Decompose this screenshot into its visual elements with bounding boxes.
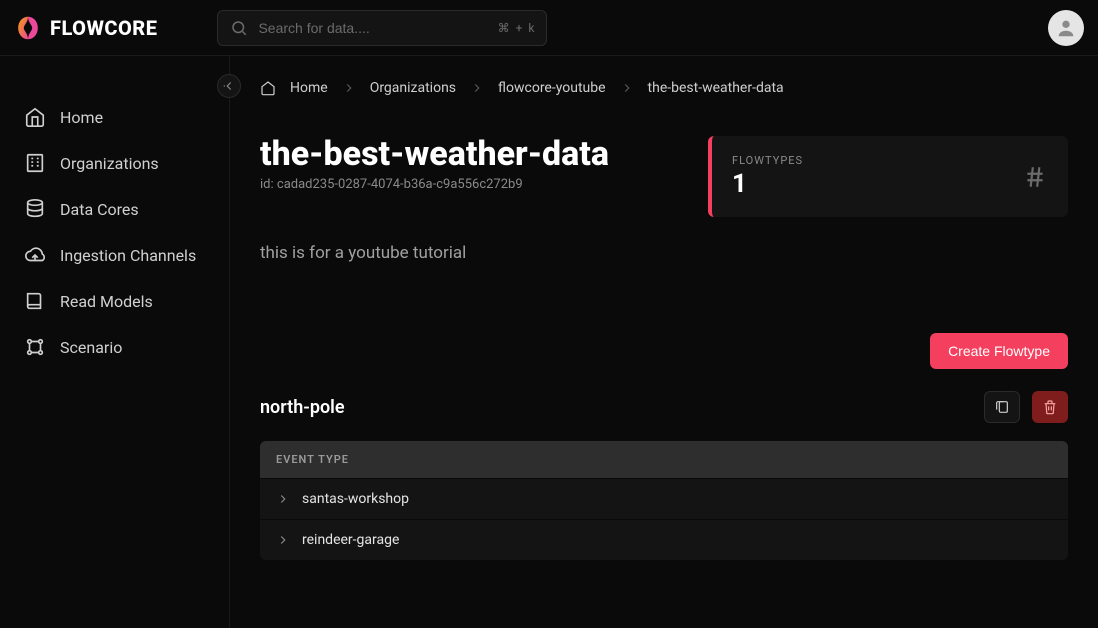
search-icon (230, 19, 248, 37)
avatar[interactable] (1048, 10, 1084, 46)
logo[interactable]: FLOWCORE (14, 14, 157, 42)
sidebar-item-label: Ingestion Channels (60, 246, 196, 265)
building-icon (24, 152, 46, 174)
home-icon (24, 106, 46, 128)
collapse-sidebar-button[interactable] (217, 74, 241, 98)
flowtypes-card[interactable]: FLOWTYPES 1 (708, 136, 1068, 217)
chevron-right-icon (470, 81, 484, 95)
table-row[interactable]: reindeer-garage (260, 519, 1068, 560)
main-content: Home Organizations flowcore-youtube the-… (230, 56, 1098, 628)
user-icon (1055, 17, 1077, 39)
chevron-right-icon (276, 533, 290, 547)
create-flowtype-button[interactable]: Create Flowtype (930, 333, 1068, 369)
search-box[interactable]: ⌘ + k (217, 10, 547, 46)
sidebar-item-label: Data Cores (60, 200, 139, 219)
breadcrumb-org-name[interactable]: flowcore-youtube (498, 80, 605, 96)
trash-icon (1042, 399, 1058, 415)
event-table: EVENT TYPE santas-workshop reindeer-gara… (260, 441, 1068, 560)
breadcrumb-home[interactable]: Home (290, 80, 328, 96)
header-row: the-best-weather-data id: cadad235-0287-… (260, 136, 1068, 217)
sidebar-item-scenario[interactable]: Scenario (14, 324, 215, 370)
logo-text: FLOWCORE (50, 16, 157, 40)
action-row: Create Flowtype (260, 333, 1068, 369)
sidebar-item-label: Scenario (60, 338, 122, 357)
id-line: id: cadad235-0287-4074-b36a-c9a556c272b9 (260, 177, 668, 192)
delete-button[interactable] (1032, 391, 1068, 423)
clipboard-icon (994, 399, 1010, 415)
sidebar-item-ingestion[interactable]: Ingestion Channels (14, 232, 215, 278)
book-icon (24, 290, 46, 312)
id-value: cadad235-0287-4074-b36a-c9a556c272b9 (277, 177, 523, 192)
breadcrumb: Home Organizations flowcore-youtube the-… (260, 80, 1068, 96)
flowtypes-count: 1 (732, 169, 803, 199)
sidebar-item-readmodels[interactable]: Read Models (14, 278, 215, 324)
sidebar-item-label: Read Models (60, 292, 153, 311)
event-type-name: reindeer-garage (302, 532, 399, 548)
search-input[interactable] (258, 20, 487, 36)
breadcrumb-organizations[interactable]: Organizations (370, 80, 456, 96)
nodes-icon (24, 336, 46, 358)
sidebar-item-label: Organizations (60, 154, 159, 173)
sidebar: Home Organizations Data Cores Ingestion … (0, 56, 230, 628)
title-block: the-best-weather-data id: cadad235-0287-… (260, 136, 668, 217)
table-header: EVENT TYPE (260, 441, 1068, 478)
topbar: FLOWCORE ⌘ + k (0, 0, 1098, 56)
sidebar-item-label: Home (60, 108, 103, 127)
logo-icon (14, 14, 42, 42)
event-type-name: santas-workshop (302, 491, 409, 507)
sidebar-item-datacores[interactable]: Data Cores (14, 186, 215, 232)
chevron-right-icon (342, 81, 356, 95)
chevron-right-icon (276, 492, 290, 506)
sidebar-item-home[interactable]: Home (14, 94, 215, 140)
flowtype-name: north-pole (260, 397, 345, 418)
upload-cloud-icon (24, 244, 46, 266)
arrow-left-icon (222, 79, 236, 93)
database-icon (24, 198, 46, 220)
home-icon (260, 80, 276, 96)
table-row[interactable]: santas-workshop (260, 478, 1068, 519)
page-title: the-best-weather-data (260, 136, 668, 173)
breadcrumb-current[interactable]: the-best-weather-data (648, 80, 784, 96)
flowtype-header: north-pole (260, 391, 1068, 423)
sidebar-item-organizations[interactable]: Organizations (14, 140, 215, 186)
chevron-right-icon (620, 81, 634, 95)
description: this is for a youtube tutorial (260, 243, 1068, 263)
search-shortcut: ⌘ + k (498, 21, 535, 35)
copy-button[interactable] (984, 391, 1020, 423)
hash-icon (1022, 164, 1048, 190)
flowtypes-label: FLOWTYPES (732, 154, 803, 167)
